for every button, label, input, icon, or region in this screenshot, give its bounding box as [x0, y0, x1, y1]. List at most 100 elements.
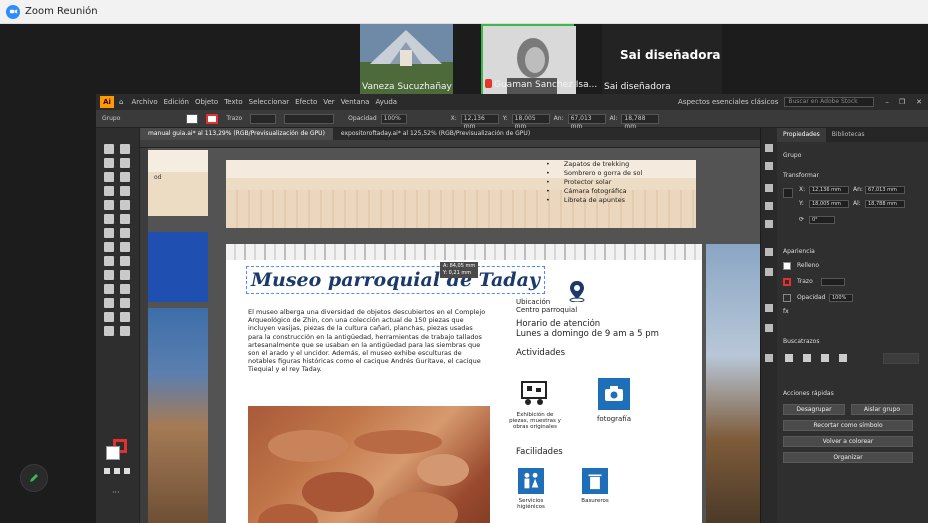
rotate-angle-icon: ⟳ — [799, 216, 805, 223]
line-tool-icon[interactable] — [120, 186, 130, 196]
menu-ventana[interactable]: Ventana — [341, 98, 370, 106]
y-field[interactable]: 18,005 mm — [511, 113, 550, 130]
shape-builder-tool-icon[interactable] — [104, 256, 114, 266]
pathfinder-unite-icon[interactable] — [785, 354, 793, 362]
tab-expositor[interactable]: expositoroftaday.ai* al 125,52% (RGB/Pre… — [333, 128, 538, 140]
draw-mode-icons[interactable] — [104, 468, 130, 474]
stroke-swatch-icon[interactable] — [783, 278, 791, 286]
height-field[interactable]: 18,788 mm — [621, 113, 660, 130]
participant-tile[interactable]: Vaneza Sucuzhañay — [360, 24, 453, 94]
menu-efecto[interactable]: Efecto — [295, 98, 317, 106]
opacity-swatch-icon[interactable] — [783, 294, 791, 302]
home-icon[interactable]: ⌂ — [119, 98, 123, 106]
panel-dock-icon[interactable] — [765, 144, 773, 152]
participant-tile[interactable]: Sai diseñadora Sai diseñadora — [602, 24, 722, 94]
menu-seleccionar[interactable]: Seleccionar — [249, 98, 290, 106]
rectangle-tool-icon[interactable] — [104, 200, 114, 210]
tab-propiedades[interactable]: Propiedades — [777, 128, 826, 142]
ubicacion-label: Ubicación — [516, 298, 551, 306]
free-transform-tool-icon[interactable] — [120, 242, 130, 252]
menu-edicion[interactable]: Edición — [164, 98, 189, 106]
eraser-tool-icon[interactable] — [120, 214, 130, 224]
selection-tool-icon[interactable] — [104, 144, 114, 154]
transform-h-field[interactable]: 18,788 mm — [865, 200, 905, 208]
pathfinder-intersect-icon[interactable] — [821, 354, 829, 362]
arrange-button[interactable]: Organizar — [783, 452, 913, 463]
panel-dock-icon[interactable] — [765, 220, 773, 228]
stroke-swatch[interactable] — [206, 113, 219, 124]
graph-tool-icon[interactable] — [120, 298, 130, 308]
annotate-pencil-button[interactable] — [20, 464, 48, 492]
transform-y-field[interactable]: 18,005 mm — [809, 200, 849, 208]
scale-tool-icon[interactable] — [120, 228, 130, 238]
tab-manual-guia[interactable]: manual guia.ai* al 113,29% (RGB/Previsua… — [140, 128, 333, 140]
brush-field[interactable] — [284, 113, 335, 124]
shaper-tool-icon[interactable] — [104, 214, 114, 224]
panel-dock-icon[interactable] — [765, 324, 773, 332]
direct-selection-tool-icon[interactable] — [120, 144, 130, 154]
recolor-button[interactable]: Volver a colorear — [783, 436, 913, 447]
panel-dock-icon[interactable] — [765, 304, 773, 312]
perspective-tool-icon[interactable] — [120, 256, 130, 266]
rotate-angle-field[interactable]: 0° — [809, 216, 835, 224]
artboard-museum-page[interactable]: Museo parroquial de Taday A: 84,05 mm Y:… — [226, 244, 702, 523]
stock-search-input[interactable]: Buscar en Adobe Stock — [784, 97, 875, 107]
transform-x-field[interactable]: 12,136 mm — [809, 186, 849, 194]
rotate-tool-icon[interactable] — [104, 228, 114, 238]
opacity-field[interactable]: 100% — [829, 294, 853, 302]
panel-dock-icon[interactable] — [765, 162, 773, 170]
panel-dock-icon[interactable] — [765, 268, 773, 276]
pathfinder-minus-icon[interactable] — [803, 354, 811, 362]
participant-tile-active-speaker[interactable]: Guaman Sanchez Isa... — [481, 24, 597, 96]
mesh-tool-icon[interactable] — [104, 270, 114, 280]
fill-swatch[interactable] — [186, 113, 199, 124]
maximize-icon[interactable]: ❐ — [899, 98, 905, 106]
type-tool-icon[interactable] — [104, 186, 114, 196]
stroke-weight-field[interactable] — [250, 113, 277, 124]
paintbrush-tool-icon[interactable] — [120, 200, 130, 210]
stroke-weight-field[interactable] — [821, 278, 845, 286]
panel-dock-icon[interactable] — [765, 184, 773, 192]
ungroup-button[interactable]: Desagrupar — [783, 404, 845, 415]
fx-button[interactable]: fx — [783, 308, 789, 315]
close-icon[interactable]: ✕ — [916, 98, 922, 106]
panel-dock-icon[interactable] — [765, 354, 773, 362]
zoom-tool-icon[interactable] — [120, 326, 130, 336]
lasso-tool-icon[interactable] — [120, 158, 130, 168]
museum-title[interactable]: Museo parroquial de Taday — [246, 266, 545, 294]
magic-wand-tool-icon[interactable] — [104, 158, 114, 168]
hand-tool-icon[interactable] — [104, 326, 114, 336]
menu-objeto[interactable]: Objeto — [195, 98, 218, 106]
menu-archivo[interactable]: Archivo — [131, 98, 157, 106]
fill-swatch-icon[interactable] — [783, 262, 791, 270]
menu-ver[interactable]: Ver — [323, 98, 334, 106]
gradient-tool-icon[interactable] — [120, 270, 130, 280]
eyedropper-tool-icon[interactable] — [104, 284, 114, 294]
curvature-tool-icon[interactable] — [120, 172, 130, 182]
reference-point-icon[interactable] — [783, 188, 793, 198]
transform-w-field[interactable]: 67,013 mm — [865, 186, 905, 194]
opacity-field[interactable]: 100% — [380, 113, 407, 124]
workspace-switcher[interactable]: Aspectos esenciales clásicos — [678, 98, 778, 106]
tab-bibliotecas[interactable]: Bibliotecas — [826, 128, 871, 142]
minimize-icon[interactable]: – — [885, 98, 889, 106]
panel-dock-icon[interactable] — [765, 202, 773, 210]
pen-tool-icon[interactable] — [104, 172, 114, 182]
panel-dock-icon[interactable] — [765, 248, 773, 256]
pathfinder-exclude-icon[interactable] — [839, 354, 847, 362]
pathfinder-expand-button[interactable] — [883, 353, 919, 364]
fill-color-swatch[interactable] — [106, 446, 120, 460]
more-tools-icon[interactable]: ··· — [112, 488, 120, 497]
width-field[interactable]: 67,013 mm — [567, 113, 606, 130]
isolate-group-button[interactable]: Aislar grupo — [851, 404, 913, 415]
menu-texto[interactable]: Texto — [224, 98, 242, 106]
artboard-canvas[interactable]: od Zapatos de trekking Sombrero o gorra … — [140, 140, 760, 523]
blend-tool-icon[interactable] — [120, 284, 130, 294]
crop-symbol-button[interactable]: Recortar como símbolo — [783, 420, 913, 431]
x-field[interactable]: 12,136 mm — [460, 113, 499, 130]
symbol-sprayer-tool-icon[interactable] — [104, 298, 114, 308]
width-tool-icon[interactable] — [104, 242, 114, 252]
artboard-tool-icon[interactable] — [104, 312, 114, 322]
slice-tool-icon[interactable] — [120, 312, 130, 322]
menu-ayuda[interactable]: Ayuda — [375, 98, 397, 106]
